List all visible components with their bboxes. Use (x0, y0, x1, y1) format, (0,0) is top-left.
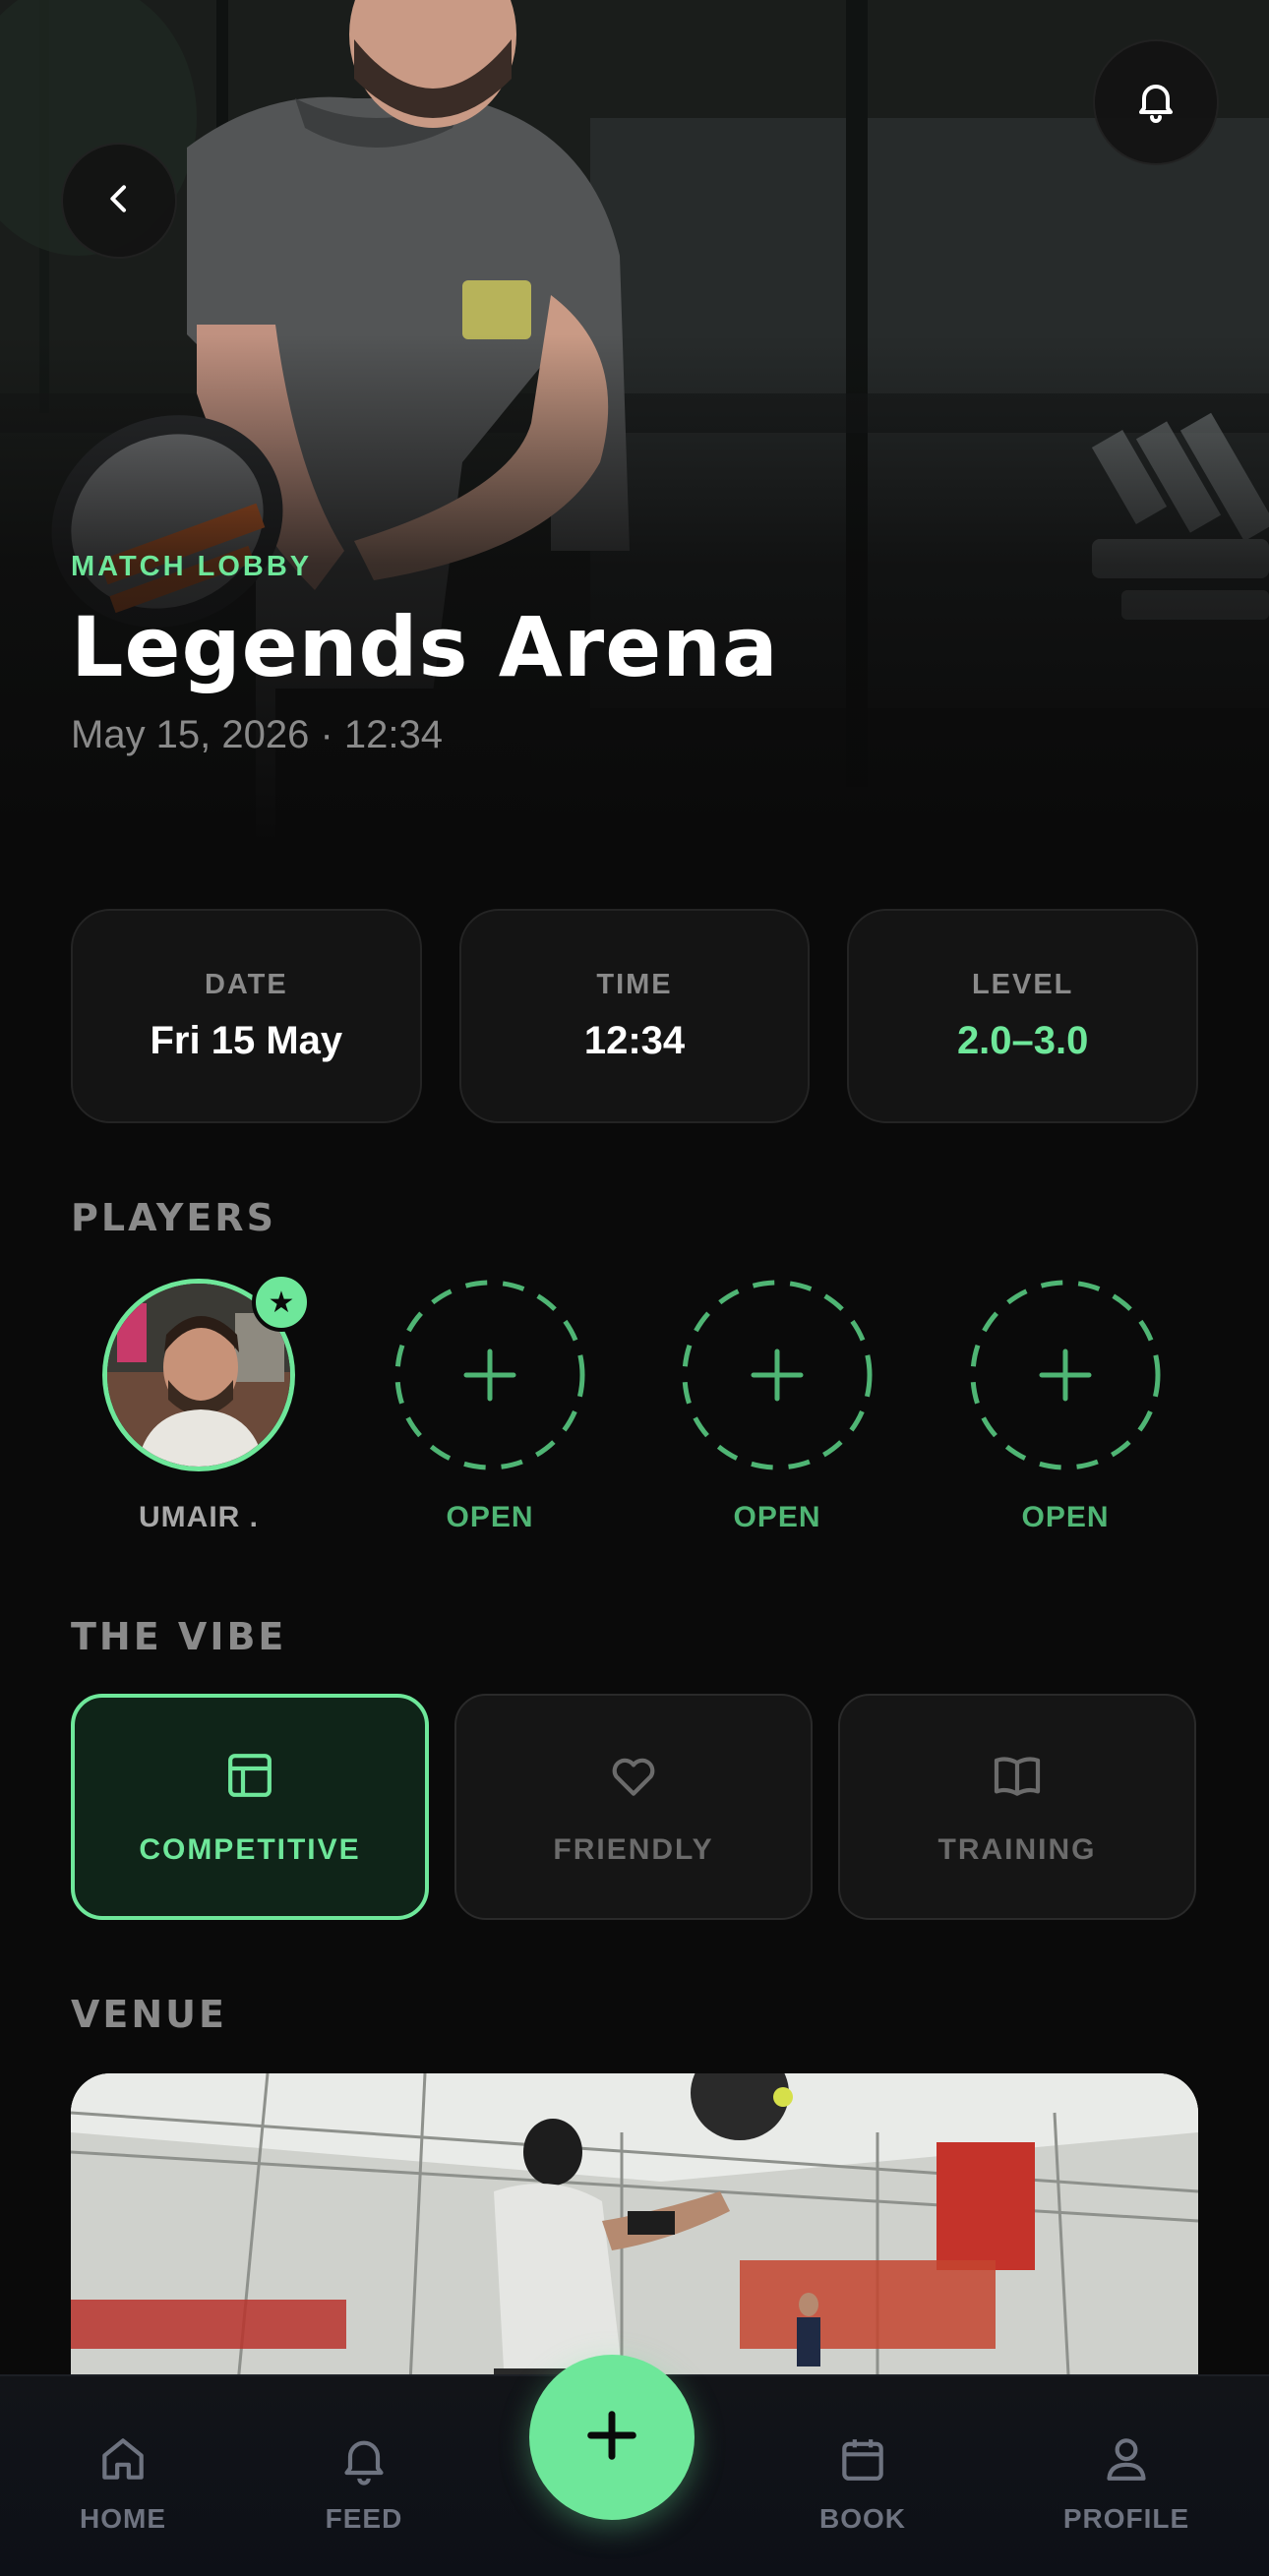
players-heading: PLAYERS (71, 1196, 276, 1239)
notifications-button[interactable] (1093, 39, 1219, 165)
page-eyebrow: MATCH LOBBY (71, 551, 313, 582)
vibe-label: TRAINING (937, 1832, 1097, 1866)
nav-label: BOOK (819, 2503, 906, 2534)
open-slot-2[interactable]: OPEN (679, 1279, 876, 1534)
vibe-selector: COMPETITIVE FRIENDLY TRAINING (71, 1694, 1198, 1920)
vibe-option-training[interactable]: TRAINING (838, 1694, 1196, 1920)
plus-icon (682, 1280, 873, 1470)
nav-home[interactable]: HOME (25, 2431, 221, 2535)
calendar-icon (835, 2439, 890, 2490)
nav-label: HOME (80, 2503, 166, 2534)
time-value: 12:34 (583, 1019, 686, 1062)
book-icon (990, 1748, 1045, 1808)
open-slot-1[interactable]: OPEN (392, 1279, 588, 1534)
player-name: UMAIR . (139, 1501, 259, 1533)
nav-label: PROFILE (1062, 2503, 1190, 2534)
vibe-label: FRIENDLY (553, 1832, 714, 1866)
level-value: 2.0–3.0 (956, 1019, 1089, 1062)
nav-profile[interactable]: PROFILE (1028, 2431, 1225, 2535)
venue-heading: VENUE (71, 1993, 227, 2036)
time-card: TIME 12:34 (458, 909, 811, 1123)
star-icon: ★ (252, 1273, 311, 1332)
date-label: DATE (204, 969, 288, 1000)
hero-text: MATCH LOBBY Legends Arena May 15, 2026 ·… (71, 551, 779, 757)
match-datetime: May 15, 2026 · 12:34 (71, 713, 444, 756)
date-card: DATE Fri 15 May (71, 909, 422, 1123)
vibe-option-competitive[interactable]: COMPETITIVE (71, 1694, 429, 1920)
back-button[interactable] (61, 143, 177, 259)
open-slot-label: OPEN (1021, 1501, 1110, 1533)
open-slot-label: OPEN (733, 1501, 821, 1533)
vibe-label: COMPETITIVE (139, 1832, 361, 1866)
open-slot-label: OPEN (446, 1501, 534, 1533)
match-info-row: DATE Fri 15 May TIME 12:34 LEVEL 2.0–3.0 (71, 909, 1199, 1123)
player-slot-host[interactable]: ★ UMAIR . (100, 1273, 311, 1534)
user-icon (1099, 2438, 1154, 2490)
level-card: LEVEL 2.0–3.0 (847, 909, 1199, 1123)
bell-icon (336, 2440, 392, 2490)
heart-icon (606, 1748, 661, 1808)
chevron-left-icon (99, 179, 139, 223)
level-label: LEVEL (971, 969, 1074, 1000)
players-row: ★ UMAIR . OPEN OPEN OPEN (71, 1273, 1198, 1544)
nav-label: FEED (325, 2503, 403, 2534)
plus-icon (970, 1280, 1161, 1470)
home-icon (95, 2438, 151, 2490)
nav-book[interactable]: BOOK (764, 2431, 961, 2535)
vibe-option-friendly[interactable]: FRIENDLY (454, 1694, 813, 1920)
plus-icon (394, 1280, 585, 1470)
plus-icon (580, 2404, 643, 2472)
vibe-heading: THE VIBE (71, 1615, 287, 1658)
time-label: TIME (596, 969, 673, 1000)
layout-icon (222, 1748, 277, 1808)
page-title: Legends Arena (71, 599, 779, 695)
date-value: Fri 15 May (150, 1019, 343, 1062)
create-match-button[interactable] (529, 2355, 695, 2520)
bell-icon (1132, 77, 1179, 129)
nav-feed[interactable]: FEED (266, 2431, 462, 2535)
open-slot-3[interactable]: OPEN (967, 1279, 1164, 1534)
